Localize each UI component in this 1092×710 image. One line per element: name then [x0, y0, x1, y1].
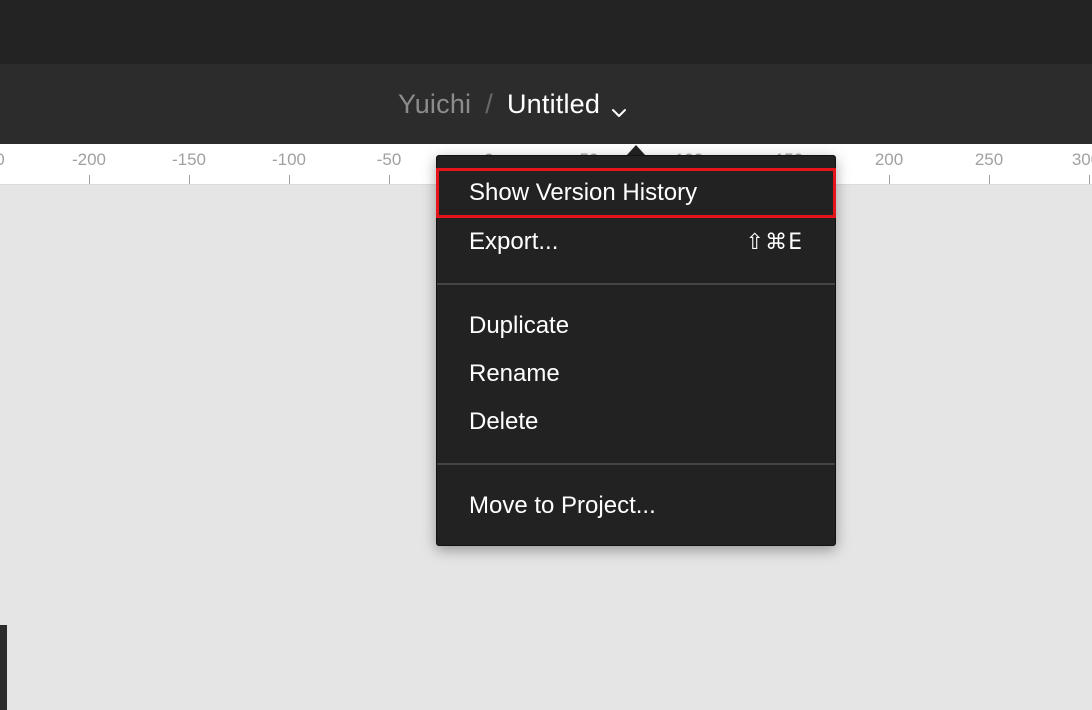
- ruler-label: 250: [974, 150, 1004, 169]
- menu-divider: [437, 283, 835, 285]
- breadcrumb-file-name[interactable]: Untitled: [507, 89, 600, 120]
- menu-item-label: Duplicate: [469, 312, 570, 339]
- ruler-label: -200: [71, 150, 107, 169]
- ruler-label: -150: [171, 150, 207, 169]
- ruler-label: 200: [874, 150, 904, 169]
- menu-item-rename[interactable]: Rename: [437, 350, 835, 398]
- menu-item-label: Delete: [469, 408, 539, 435]
- ruler-tick: [289, 175, 290, 184]
- menu-divider: [437, 463, 835, 465]
- ruler-tick: [89, 175, 90, 184]
- breadcrumb-team[interactable]: Yuichi: [398, 89, 471, 120]
- ruler-tick: [989, 175, 990, 184]
- ruler-tick: [1089, 175, 1090, 184]
- ruler-label: 300: [1071, 150, 1092, 169]
- menu-item-label: Rename: [469, 360, 560, 387]
- chevron-down-icon[interactable]: [610, 98, 628, 117]
- ruler-tick: [389, 175, 390, 184]
- menu-item-export[interactable]: Export... ⇧⌘E: [437, 218, 835, 266]
- menu-item-label: Move to Project...: [469, 492, 656, 519]
- ruler-label: -100: [271, 150, 307, 169]
- ruler-tick: [189, 175, 190, 184]
- breadcrumb: Yuichi / Untitled: [398, 86, 628, 122]
- ruler-label: -50: [376, 150, 402, 169]
- menu-item-shortcut: ⇧⌘E: [745, 229, 803, 255]
- menu-item-show-version-history[interactable]: Show Version History: [436, 168, 836, 218]
- breadcrumb-separator: /: [485, 88, 493, 119]
- top-toolbar: [0, 0, 1092, 64]
- menu-item-delete[interactable]: Delete: [437, 398, 835, 446]
- menu-item-duplicate[interactable]: Duplicate: [437, 302, 835, 350]
- menu-item-move-to-project[interactable]: Move to Project...: [437, 482, 835, 530]
- file-menu: Show Version History Export... ⇧⌘E Dupli…: [436, 155, 836, 546]
- canvas-frame-edge[interactable]: [0, 625, 7, 710]
- menu-item-label: Export...: [469, 228, 559, 255]
- ruler-label: 0: [0, 150, 5, 170]
- ruler-tick: [889, 175, 890, 184]
- menu-item-label: Show Version History: [469, 179, 698, 206]
